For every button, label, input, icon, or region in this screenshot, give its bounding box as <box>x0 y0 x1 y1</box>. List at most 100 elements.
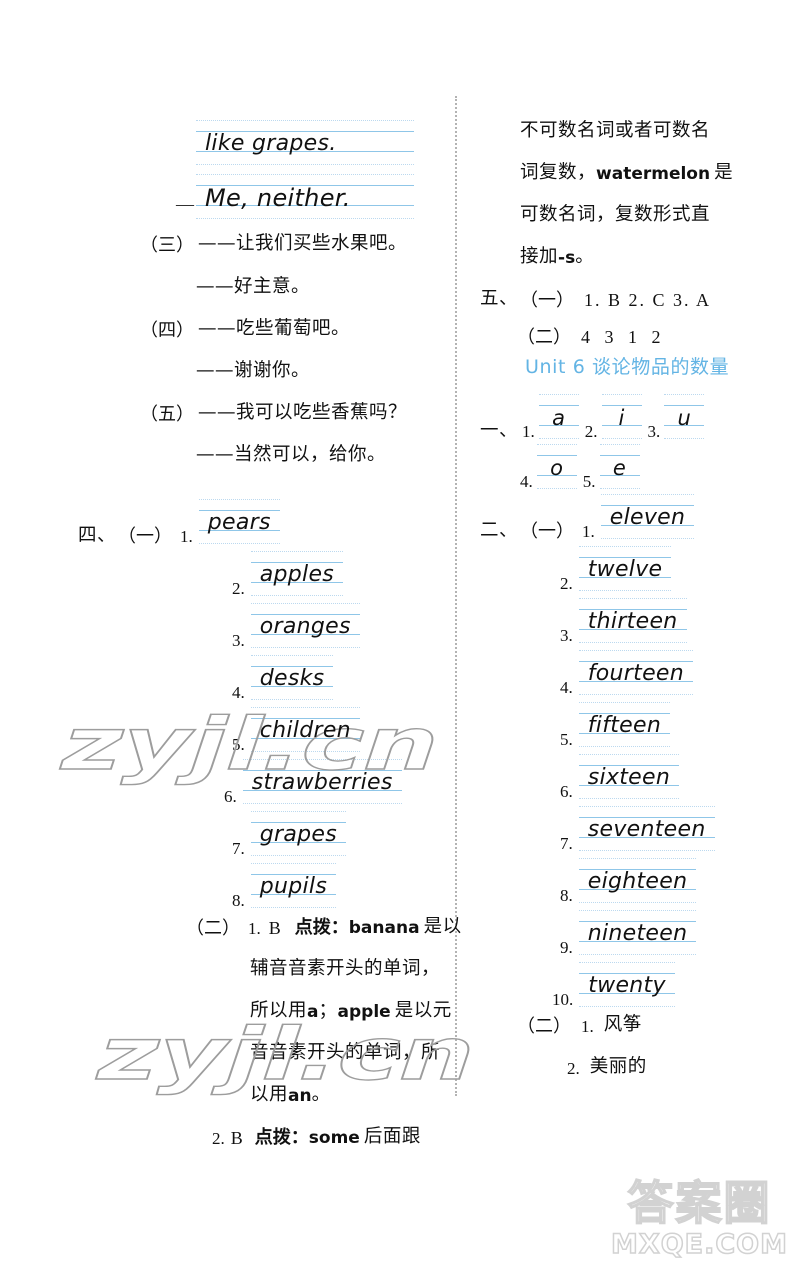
part-answers: 1. B 2. C 3. A <box>584 289 712 310</box>
section-five-row: （二） 4 3 1 2 <box>517 328 666 346</box>
answer-word: eighteen <box>587 869 688 894</box>
part-answers: 4 3 1 2 <box>581 327 666 347</box>
answer-word: i <box>618 406 625 430</box>
answer-item: （三） ——让我们买些水果吧。 <box>140 233 408 254</box>
answer-number: 2. <box>567 1058 580 1078</box>
answer-word: grapes <box>259 822 338 847</box>
answer-number: 9. <box>560 938 573 957</box>
answer-row: 4. fourteen <box>560 648 693 696</box>
answer-row: 5. fifteen <box>560 700 671 748</box>
answer-number: 4. <box>560 678 573 697</box>
part-label: （二） <box>186 917 240 938</box>
continued-explanation-line: 可数名词，复数形式直 <box>520 204 711 225</box>
part-two-row: 2. 美丽的 <box>567 1056 647 1078</box>
publisher-logo-watermark: 答案圈 MXQE.COM <box>610 1178 788 1261</box>
explanation-text: 可数名词，复数形式直 <box>520 204 711 225</box>
explanation-term: banana <box>348 917 420 938</box>
answer-word: fourteen <box>587 661 684 686</box>
answer-number: 1. <box>522 422 535 441</box>
explanation-term: watermelon <box>596 163 711 184</box>
answer-row: 8. eighteen <box>560 856 697 905</box>
answer-number: 2. <box>560 574 573 593</box>
handwriting-line: like grapes. <box>196 118 414 166</box>
section-marker: 二、 <box>480 519 519 541</box>
answer-word: 美丽的 <box>589 1056 647 1077</box>
item-label: （四） <box>140 319 194 340</box>
answer-item: （五） ——我可以吃些香蕉吗？ <box>140 402 408 424</box>
answer-number: 3. <box>232 631 245 650</box>
section-one-row: 一、 1. a 2. i 3. u <box>480 392 705 441</box>
section-five-row: 五、 （一） 1. B 2. C 3. A <box>480 288 712 310</box>
item-label: （五） <box>140 403 194 424</box>
answer-row: 7. seventeen <box>560 804 715 852</box>
explanation-term: some <box>308 1127 360 1148</box>
answer-word: apples <box>259 562 335 587</box>
answer-key-page: like grapes. — Me, neither. （三） ——让我们买些水… <box>0 0 810 1280</box>
explanation-text: 词复数， <box>520 162 597 183</box>
section-marker: 五、 <box>480 288 519 309</box>
answer-word: children <box>259 718 351 743</box>
answer-row: 7. grapes <box>232 809 347 857</box>
tip-label: 点拨： <box>294 916 349 938</box>
answer-word: sixteen <box>587 765 671 790</box>
unit-title: Unit 6 谈论物品的数量 <box>525 352 729 379</box>
answer-number: 8. <box>232 891 245 910</box>
answer-row: 8. pupils <box>232 861 337 910</box>
answer-word: strawberries <box>251 770 393 795</box>
answer-word: oranges <box>259 614 351 639</box>
continued-explanation-line: 词复数， watermelon 是 <box>520 162 733 184</box>
item-line: ——让我们买些水果吧。 <box>198 233 408 254</box>
explanation-answer: B <box>268 917 281 938</box>
answer-number: 1. <box>582 522 595 541</box>
answer-word: twenty <box>588 973 666 998</box>
answer-word: e <box>612 456 627 480</box>
answer-number: 1. <box>581 1016 594 1036</box>
answer-word: eleven <box>609 505 686 530</box>
section-marker: 四、 <box>78 524 117 546</box>
part-two-row: （二） 1. 风筝 <box>517 1015 642 1036</box>
answer-row: 2. twelve <box>560 544 672 593</box>
answer-number: 10. <box>552 990 574 1009</box>
answer-item-cont: ——谢谢你。 <box>196 361 310 381</box>
section-marker: 一、 <box>480 419 519 441</box>
continued-explanation-line: 不可数名词或者可数名 <box>520 120 711 141</box>
answer-number: 2. <box>232 579 245 598</box>
explanation-text: 。 <box>575 246 595 267</box>
dash-prefix: — <box>176 194 194 214</box>
handwriting-text: like grapes. <box>205 131 337 156</box>
tip-label: 点拨： <box>254 1126 309 1148</box>
explanation-term: -s <box>558 247 576 268</box>
explanation-answer: B <box>230 1127 243 1148</box>
answer-word: pupils <box>259 874 328 899</box>
explanation-number: 2. <box>212 1128 225 1148</box>
answer-number: 6. <box>224 787 237 806</box>
explanation-text: 接加 <box>520 246 559 267</box>
answer-row: 4. desks <box>232 653 334 702</box>
explanation-row: （二） 1. B 点拨： banana 是以 <box>186 916 462 938</box>
explanation-text: 不可数名词或者可数名 <box>520 120 711 141</box>
answer-word: desks <box>259 666 325 691</box>
answer-number: 8. <box>560 886 573 905</box>
column-divider <box>455 96 457 1096</box>
continued-explanation-line: 接加 -s。 <box>520 246 595 268</box>
explanation-text: 辅音音素开头的单词， <box>250 958 441 979</box>
answer-number: 4. <box>232 683 245 702</box>
answer-number: 3. <box>647 422 661 441</box>
part-label: （一） <box>520 521 575 541</box>
handwriting-text: Me, neither. <box>205 184 351 212</box>
answer-number: 2. <box>584 422 598 441</box>
answer-row: 2. apples <box>232 549 344 598</box>
item-line: ——吃些葡萄吧。 <box>198 318 351 339</box>
answer-row: 10. twenty <box>552 960 675 1008</box>
answer-number: 3. <box>560 626 573 645</box>
explanation-line: 辅音音素开头的单词， <box>250 958 441 979</box>
item-line: ——好主意。 <box>196 276 311 297</box>
answer-item-cont: ——好主意。 <box>196 276 311 297</box>
answer-word: twelve <box>587 557 663 582</box>
section-one-row: 4. o 5. e <box>520 442 640 490</box>
unit-title-text: Unit 6 谈论物品的数量 <box>525 356 730 378</box>
site-watermark: zyjl.cn <box>95 1011 477 1097</box>
answer-word: nineteen <box>587 921 688 946</box>
item-line: ——我可以吃些香蕉吗？ <box>198 402 408 423</box>
answer-row: 3. oranges <box>232 601 360 649</box>
